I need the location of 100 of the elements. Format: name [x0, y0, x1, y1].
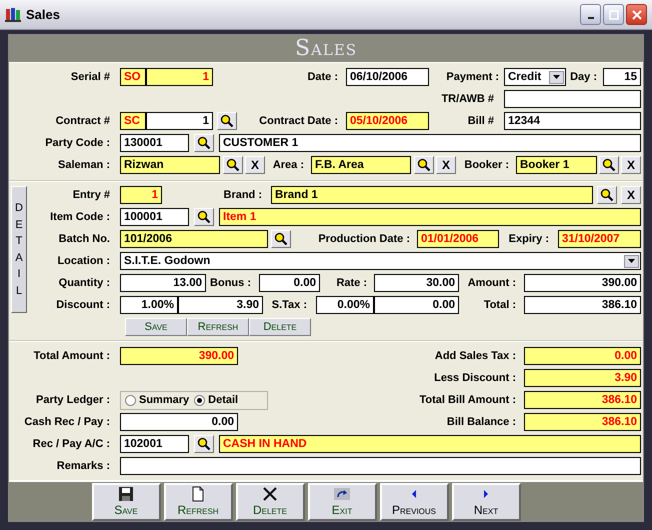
field-label: Location : [56, 255, 111, 267]
field-label: Total : [482, 299, 517, 311]
field-label: Batch No. [58, 233, 111, 245]
exit-button[interactable]: Exit [308, 482, 376, 520]
text-field[interactable]: 31/10/2007 [558, 230, 641, 248]
field-label: Area : [272, 159, 305, 171]
field-label: Rate : [335, 277, 368, 289]
dropdown-field[interactable]: Credit [504, 68, 566, 86]
text-field[interactable]: 12344 [504, 112, 641, 130]
text-field[interactable] [120, 457, 641, 475]
search-button[interactable] [414, 156, 434, 174]
field-label: Rec / Pay A/C : [32, 438, 111, 450]
close-button[interactable] [626, 4, 647, 25]
new-button[interactable]: Refresh [164, 482, 232, 520]
text-field[interactable]: 386.10 [524, 296, 641, 314]
text-field[interactable]: SO [120, 68, 146, 86]
text-field[interactable]: 3.90 [178, 296, 263, 314]
page-icon [190, 486, 206, 502]
detail-tab[interactable]: DETAIL [11, 186, 27, 313]
field-label: Production Date : [317, 233, 411, 245]
text-field[interactable]: 3.90 [524, 369, 641, 387]
field-label: Less Discount : [433, 372, 517, 384]
text-field[interactable]: 01/01/2006 [417, 230, 499, 248]
search-button[interactable] [217, 112, 237, 130]
field-label: Expiry : [508, 233, 550, 245]
save-button[interactable]: Save [92, 482, 160, 520]
field-label: Bill # [466, 115, 495, 127]
next-button[interactable]: Next [452, 482, 520, 520]
field-label: Item Code : [49, 211, 111, 223]
clear-button[interactable]: X [621, 186, 641, 204]
text-field[interactable]: 0.00 [524, 347, 641, 365]
text-field[interactable]: 30.00 [374, 274, 459, 292]
minimize-icon [588, 16, 594, 18]
caret-icon [628, 259, 635, 263]
text-field[interactable] [504, 90, 641, 108]
text-field[interactable]: 15 [603, 68, 641, 86]
text-field[interactable]: CUSTOMER 1 [219, 134, 641, 152]
text-field[interactable]: 05/10/2006 [346, 112, 429, 130]
radio-option[interactable]: Detail [194, 394, 238, 406]
search-button[interactable] [194, 435, 214, 453]
text-field[interactable]: 1 [120, 186, 162, 204]
text-field[interactable]: 390.00 [524, 274, 641, 292]
field-label: Booker : [463, 159, 510, 171]
window-title: Sales [26, 7, 60, 22]
clear-button[interactable]: X [436, 156, 456, 174]
search-button[interactable] [194, 208, 214, 226]
text-field[interactable]: 06/10/2006 [346, 68, 429, 86]
text-field[interactable]: Rizwan [120, 156, 220, 174]
search-button[interactable] [599, 156, 619, 174]
text-field[interactable]: 102001 [120, 435, 189, 453]
field-label: Bill Balance : [446, 416, 517, 428]
text-field[interactable]: 1 [146, 68, 213, 86]
text-field[interactable]: Brand 1 [271, 186, 593, 204]
search-button[interactable] [223, 156, 243, 174]
text-field[interactable]: Item 1 [219, 208, 641, 226]
clear-button[interactable]: X [621, 156, 641, 174]
text-field[interactable]: 101/2006 [120, 230, 268, 248]
detail-button[interactable]: Delete [249, 318, 311, 336]
text-field[interactable]: 1 [146, 112, 213, 130]
app-icon [5, 6, 21, 22]
delete-button[interactable]: Delete [236, 482, 304, 520]
dropdown-field[interactable]: S.I.T.E. Godown [120, 252, 641, 270]
text-field[interactable]: SC [120, 112, 146, 130]
text-field[interactable]: Booker 1 [516, 156, 597, 174]
detail-button[interactable]: Save [125, 318, 187, 336]
field-label: TR/AWB # [440, 93, 495, 105]
field-label: Discount : [55, 299, 111, 311]
field-label: Quantity : [58, 277, 111, 289]
detail-button[interactable]: Refresh [187, 318, 249, 336]
close-icon [632, 10, 642, 20]
search-button[interactable] [271, 230, 291, 248]
minimize-button[interactable] [580, 4, 601, 25]
field-label: Entry # [72, 189, 111, 201]
maximize-button[interactable] [603, 4, 624, 25]
text-field[interactable]: 13.00 [120, 274, 206, 292]
search-button[interactable] [597, 186, 617, 204]
previous-button[interactable]: Previous [380, 482, 448, 520]
field-label: Total Bill Amount : [418, 394, 517, 406]
text-field[interactable]: 386.10 [524, 413, 641, 431]
text-field[interactable]: 0.00 [120, 413, 238, 431]
text-field[interactable]: 1.00% [120, 296, 178, 314]
text-field[interactable]: 0.00 [374, 296, 459, 314]
text-field[interactable]: CASH IN HAND [219, 435, 641, 453]
text-field[interactable]: 0.00% [316, 296, 374, 314]
field-label: Brand : [222, 189, 263, 201]
field-label: Cash Rec / Pay : [23, 416, 111, 428]
field-label: Party Code : [44, 137, 111, 149]
text-field[interactable]: 130001 [120, 134, 189, 152]
field-label: Amount : [466, 277, 517, 289]
text-field[interactable]: 390.00 [120, 347, 238, 365]
search-button[interactable] [194, 134, 214, 152]
text-field[interactable]: 386.10 [524, 391, 641, 409]
cross-icon [262, 486, 278, 502]
field-label: Payment : [445, 71, 500, 83]
radio-option[interactable]: Summary [125, 394, 190, 406]
text-field[interactable]: 100001 [120, 208, 189, 226]
text-field[interactable]: F.B. Area [311, 156, 411, 174]
caret-icon [553, 75, 560, 79]
text-field[interactable]: 0.00 [259, 274, 320, 292]
clear-button[interactable]: X [245, 156, 265, 174]
